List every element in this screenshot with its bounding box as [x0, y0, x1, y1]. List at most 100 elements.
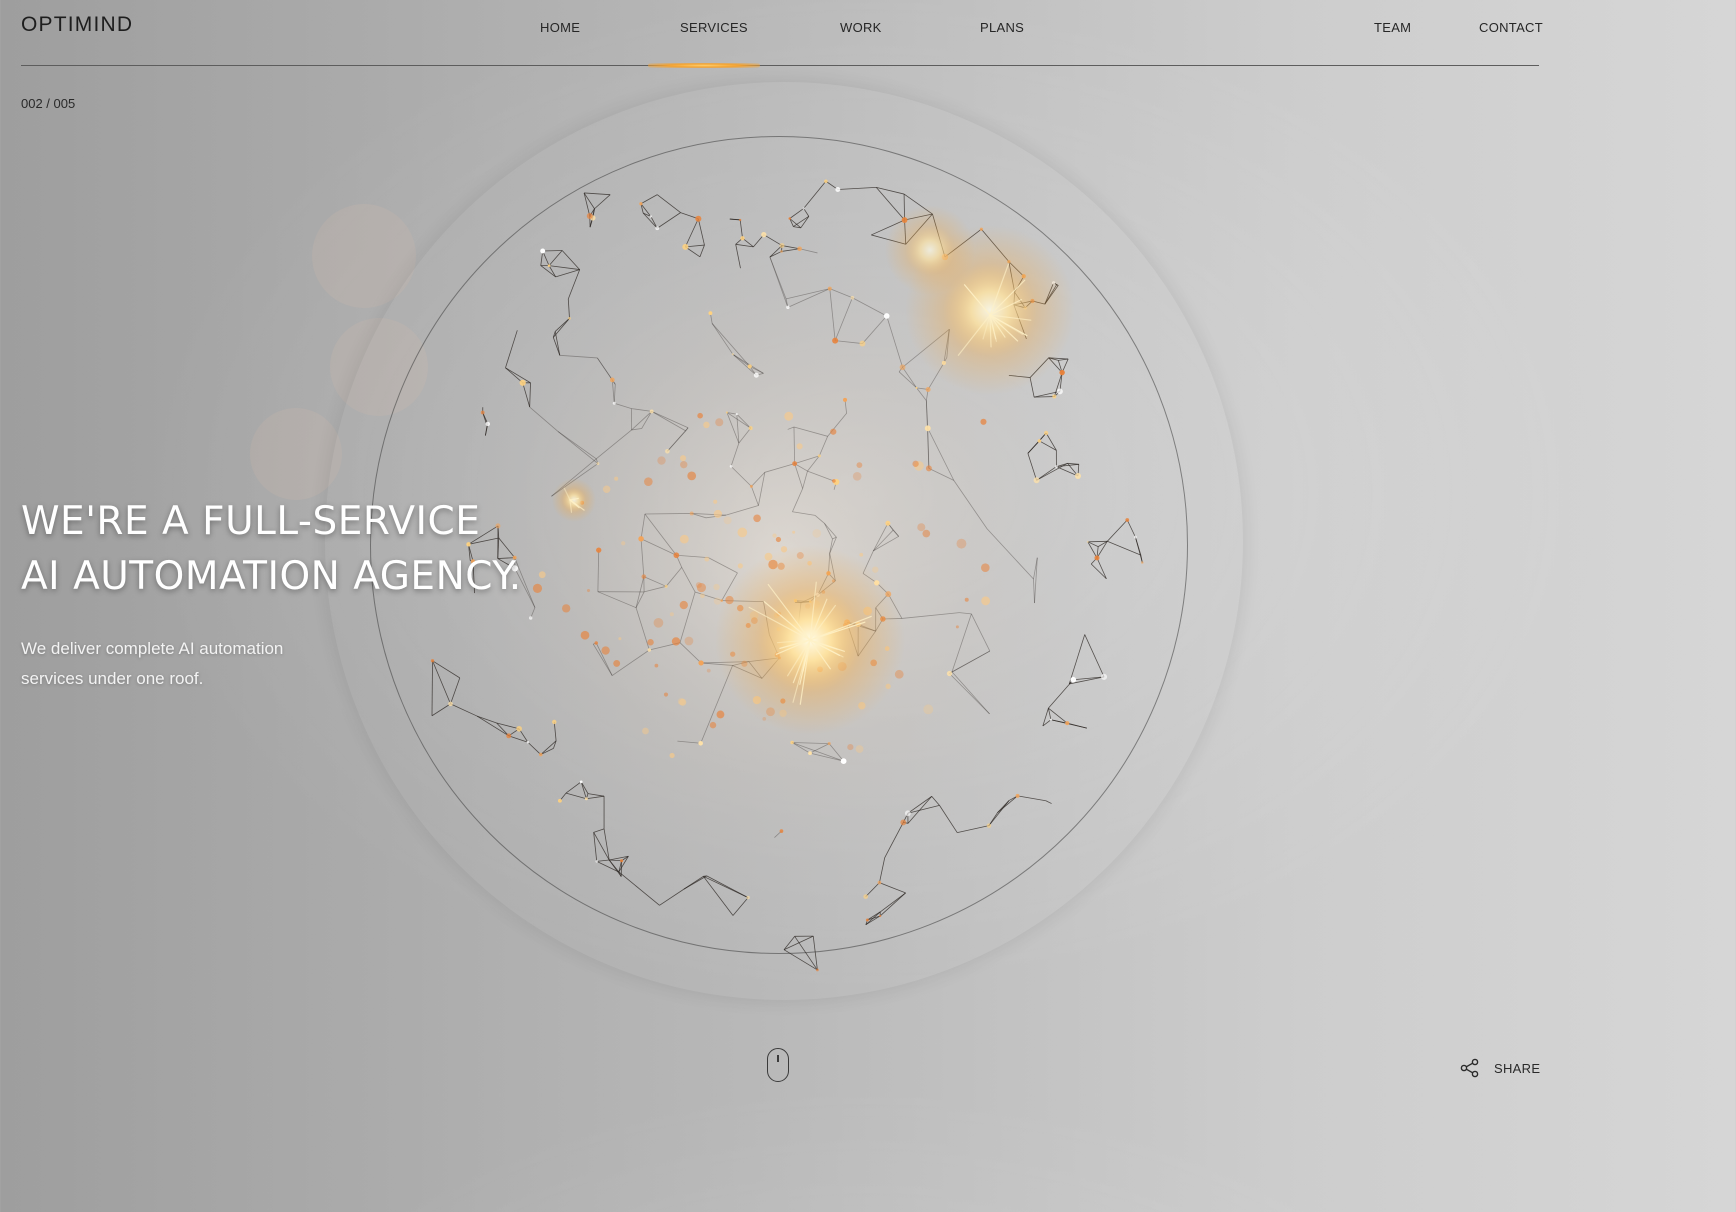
network-particle [788, 217, 791, 220]
network-particle [731, 353, 734, 356]
core-particle [642, 727, 649, 735]
core-particle [955, 625, 959, 629]
network-particle [708, 311, 713, 316]
hero-title-line-2: AI AUTOMATION AGENCY. [21, 554, 522, 599]
mesh-edge [431, 660, 433, 716]
network-particle [904, 810, 911, 817]
network-particle [586, 213, 593, 219]
core-particle [586, 589, 591, 593]
network-particle [1033, 477, 1040, 484]
network-particle [797, 246, 802, 252]
network-particle [1086, 540, 1089, 543]
network-particle [915, 386, 918, 389]
network-particle [885, 520, 891, 526]
network-particle [1052, 394, 1057, 399]
core-particle [852, 471, 862, 481]
share-button[interactable]: SHARE [1460, 1057, 1540, 1079]
core-particle [859, 552, 864, 557]
network-particle [746, 895, 750, 900]
network-particle [516, 725, 522, 732]
core-particle [700, 593, 705, 599]
mesh-edge [875, 187, 905, 221]
core-particle [923, 704, 934, 715]
network-particle [1141, 561, 1144, 564]
network-particle [620, 859, 624, 863]
network-particle [925, 386, 931, 392]
mesh-edge [657, 194, 681, 213]
network-particle [480, 410, 485, 415]
mesh-edge [783, 936, 795, 950]
network-particle [595, 860, 598, 863]
mesh-edge [1135, 537, 1143, 563]
core-particle [669, 752, 675, 759]
mouse-wheel [777, 1055, 779, 1062]
network-particle [900, 819, 907, 826]
network-particle [761, 232, 767, 238]
network-particle [594, 641, 598, 645]
mouse-scroll-icon[interactable] [767, 1048, 789, 1082]
core-particle [847, 743, 854, 751]
network-particle [1015, 793, 1020, 798]
core-particle [912, 460, 919, 467]
network-particle [879, 914, 882, 918]
mesh-edge [583, 192, 591, 217]
network-particle [840, 758, 847, 765]
network-particle [655, 226, 660, 231]
mesh-edge [561, 250, 580, 270]
core-particle [601, 646, 610, 655]
core-particle [614, 476, 619, 481]
network-particle [740, 236, 745, 241]
core-particle [830, 428, 837, 435]
network-particle [748, 426, 753, 431]
core-particle [680, 460, 688, 469]
core-particle [922, 529, 931, 538]
network-particle [786, 305, 790, 310]
network-particle [538, 752, 543, 757]
network-particle [1100, 673, 1108, 680]
mesh-edge [432, 660, 451, 705]
core-particle [784, 411, 794, 421]
core-particle [613, 659, 621, 667]
network-particle [1055, 465, 1058, 469]
mesh-edge [837, 187, 877, 190]
core-particle [679, 455, 687, 462]
core-particle [753, 514, 761, 523]
core-particle [706, 668, 711, 673]
core-particle [697, 412, 703, 419]
network-particle [540, 248, 546, 254]
network-particle [639, 202, 643, 206]
network-particle [1049, 718, 1052, 721]
core-particle [713, 509, 722, 519]
mesh-edge [1126, 519, 1136, 538]
network-particle [1056, 388, 1063, 395]
core-particle [532, 583, 543, 593]
network-particle [865, 918, 869, 922]
core-particle [775, 536, 782, 543]
network-particle [792, 461, 798, 467]
core-particle [671, 637, 681, 646]
network-particle [695, 215, 702, 222]
core-particle [981, 563, 990, 573]
network-particle [824, 179, 828, 184]
core-particle [561, 604, 571, 613]
network-particle [612, 401, 616, 405]
mesh-edge [450, 677, 461, 705]
network-particle [729, 464, 733, 468]
mesh-edge [548, 250, 563, 266]
core-particle [723, 516, 732, 525]
network-particle [519, 379, 526, 386]
core-particle [679, 698, 687, 706]
network-particle [664, 584, 668, 588]
network-particle [739, 218, 742, 222]
network-particle [749, 484, 753, 488]
network-particle [883, 313, 890, 319]
core-particle [792, 530, 796, 534]
mesh-edge [783, 949, 818, 971]
network-particle [1065, 721, 1070, 726]
network-particle [832, 337, 839, 344]
core-particle [647, 638, 654, 646]
network-particle [1043, 430, 1049, 436]
core-particle [856, 462, 863, 468]
network-particle [1133, 535, 1137, 539]
network-particle [747, 364, 752, 369]
